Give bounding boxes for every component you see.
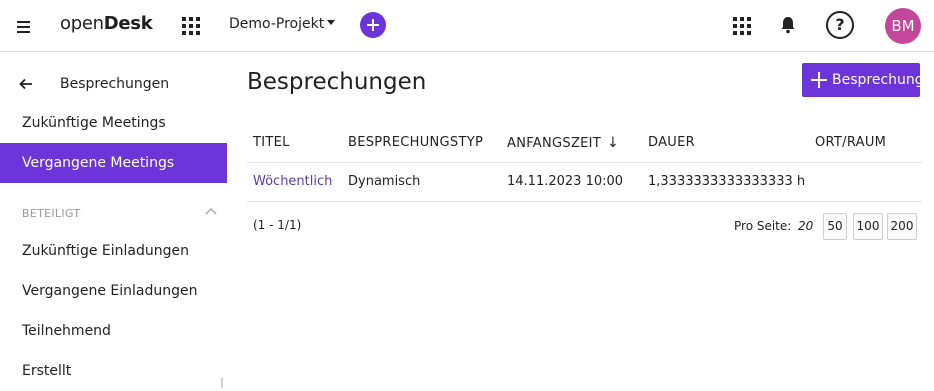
column-header-title[interactable]: TITEL: [253, 135, 290, 150]
opendesk-logo[interactable]: openDesk: [60, 13, 153, 34]
caret-down-icon: [327, 20, 336, 25]
meeting-duration: 1,3333333333333333 h: [648, 174, 806, 189]
pagination-count: (1 - 1/1): [253, 218, 302, 232]
sidebar-item-created[interactable]: Erstellt: [0, 351, 227, 391]
per-page-label: Pro Seite:: [734, 219, 792, 233]
chevron-up-icon[interactable]: [205, 205, 217, 215]
sidebar-item-past-invitations[interactable]: Vergangene Einladungen: [0, 271, 227, 311]
notifications-bell-icon[interactable]: [780, 16, 796, 34]
top-navigation-bar: openDesk Demo-Projekt ? BM: [0, 0, 934, 52]
column-header-duration[interactable]: DAUER: [648, 135, 695, 150]
help-icon[interactable]: ?: [826, 11, 854, 39]
per-page-option-50[interactable]: 50: [823, 213, 847, 240]
apps-grid-icon[interactable]: [181, 16, 201, 36]
column-header-type[interactable]: BESPRECHUNGSTYP: [348, 135, 483, 150]
sidebar-item-attending[interactable]: Teilnehmend: [0, 311, 227, 351]
project-name: Demo-Projekt: [229, 16, 325, 32]
per-page-option-100[interactable]: 100: [853, 213, 883, 240]
per-page-current: 20: [798, 219, 814, 233]
meetings-table: TITEL BESPRECHUNGSTYP ANFANGSZEIT ↓ DAUER…: [247, 123, 922, 250]
sidebar-header: Besprechungen: [0, 67, 227, 103]
new-meeting-label: Besprechung: [832, 72, 924, 88]
table-row: Wöchentlich Dynamisch 14.11.2023 10:00 1…: [247, 163, 922, 202]
pagination-bar: (1 - 1/1) Pro Seite: 20 50 100 200: [247, 202, 922, 250]
table-header: TITEL BESPRECHUNGSTYP ANFANGSZEIT ↓ DAUER…: [247, 123, 922, 163]
per-page-option-200[interactable]: 200: [887, 213, 917, 240]
sidebar: Besprechungen Zukünftige Meetings Vergan…: [0, 53, 227, 388]
section-label: BETEILIGT: [22, 207, 81, 220]
sidebar-scrollbar[interactable]: [221, 378, 223, 388]
sidebar-item-past-meetings[interactable]: Vergangene Meetings: [0, 143, 227, 183]
sidebar-title: Besprechungen: [60, 76, 170, 92]
user-avatar[interactable]: BM: [885, 8, 921, 44]
back-arrow-icon[interactable]: [18, 76, 34, 92]
column-header-location[interactable]: ORT/RAUM: [815, 135, 886, 150]
meeting-start-time: 14.11.2023 10:00: [507, 174, 624, 189]
menu-icon[interactable]: [14, 16, 34, 36]
new-meeting-button[interactable]: Besprechung: [802, 63, 924, 97]
meeting-type: Dynamisch: [348, 174, 421, 189]
meeting-title-link[interactable]: Wöchentlich: [253, 174, 332, 189]
modules-grid-icon[interactable]: [732, 16, 752, 36]
column-header-start-time-label: ANFANGSZEIT: [507, 136, 602, 151]
plus-icon: [811, 72, 827, 88]
column-header-start-time[interactable]: ANFANGSZEIT ↓: [507, 135, 619, 151]
page-title: Besprechungen: [247, 69, 427, 95]
logo-text-prefix: open: [60, 13, 104, 34]
sidebar-item-future-invitations[interactable]: Zukünftige Einladungen: [0, 231, 227, 271]
sort-descending-icon: ↓: [607, 135, 620, 151]
project-selector[interactable]: Demo-Projekt: [229, 16, 336, 32]
sidebar-item-future-meetings[interactable]: Zukünftige Meetings: [0, 103, 227, 143]
logo-text-suffix: Desk: [103, 13, 153, 34]
quick-add-button[interactable]: [360, 12, 386, 38]
sidebar-section-involved: BETEILIGT: [22, 207, 217, 220]
